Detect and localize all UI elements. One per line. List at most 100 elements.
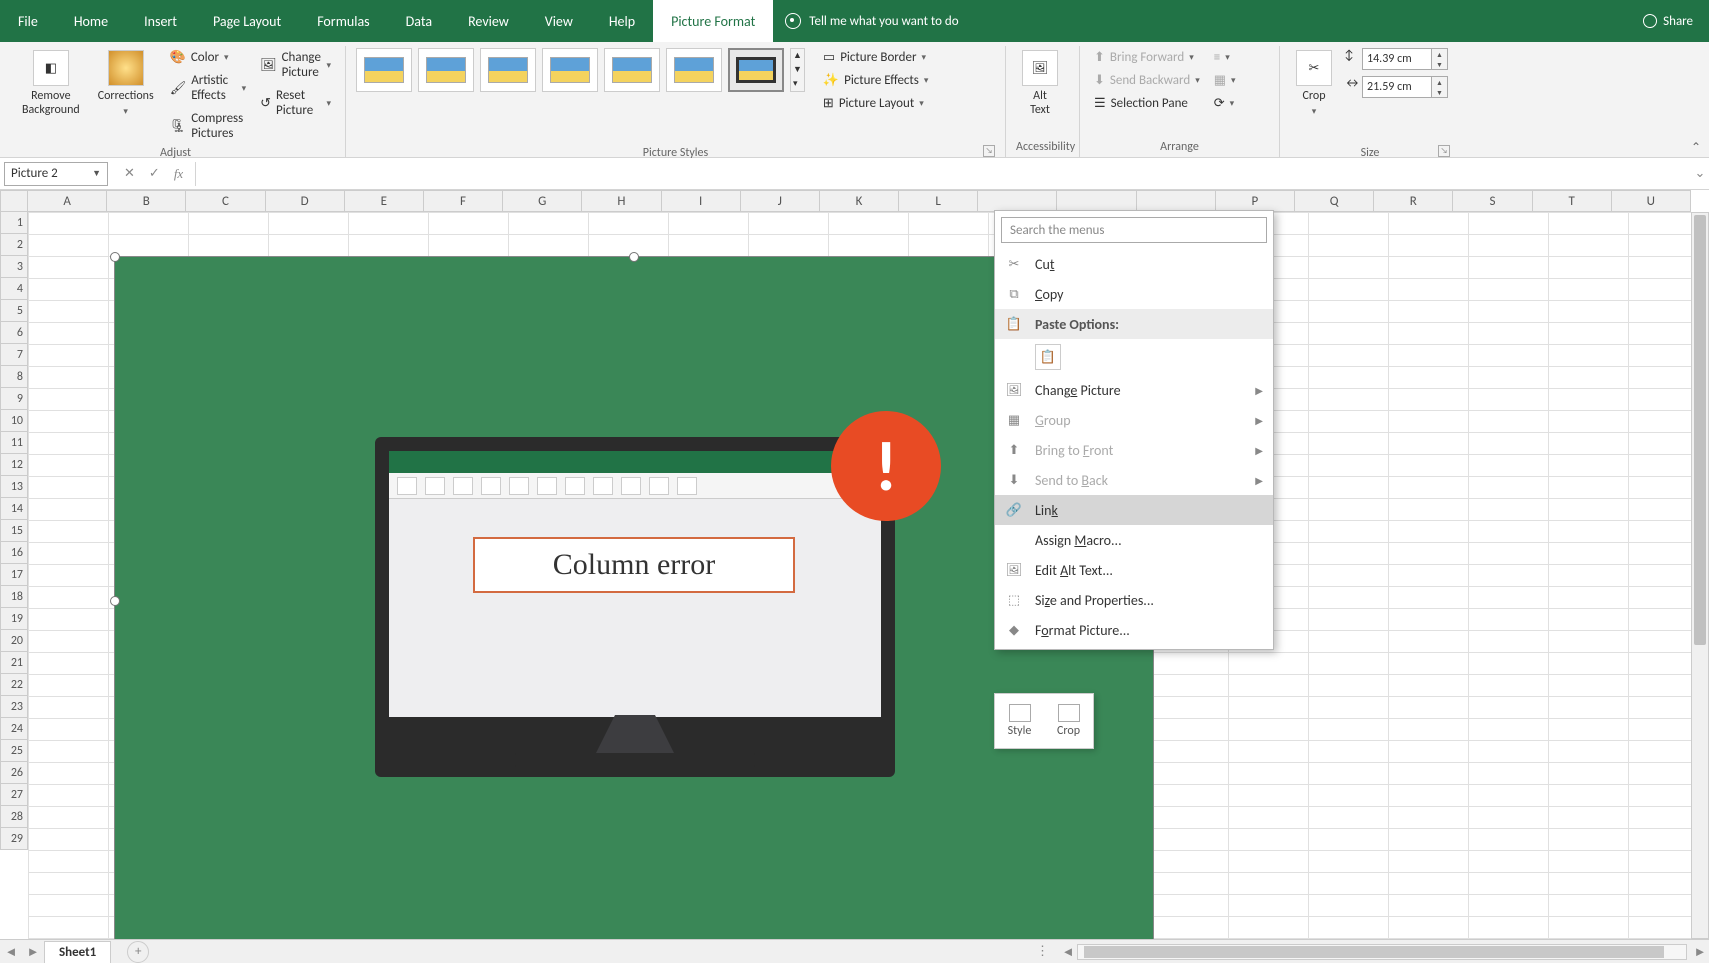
context-menu-item-paste-options[interactable]: 📋Paste Options: [995, 309, 1273, 339]
mini-style-button[interactable]: Style [995, 694, 1044, 748]
insert-function-button[interactable]: fx [174, 166, 183, 182]
new-sheet-button[interactable]: + [127, 941, 149, 963]
hscroll-left[interactable]: ◄ [1059, 944, 1077, 960]
row-header[interactable]: 13 [0, 476, 28, 498]
column-header[interactable]: H [582, 190, 661, 212]
enter-formula-button[interactable]: ✓ [149, 166, 160, 182]
column-header[interactable]: S [1453, 190, 1532, 212]
row-header[interactable]: 22 [0, 674, 28, 696]
row-header[interactable]: 7 [0, 344, 28, 366]
column-header[interactable]: R [1374, 190, 1453, 212]
shape-height-field[interactable]: ↕ 14.39 cm ▲▼ [1344, 48, 1448, 70]
column-header[interactable]: E [345, 190, 424, 212]
tab-page-layout[interactable]: Page Layout [195, 0, 299, 42]
column-header[interactable]: B [107, 190, 186, 212]
tab-split-handle[interactable]: ⋮ [1028, 944, 1059, 959]
row-header[interactable]: 29 [0, 828, 28, 850]
column-header[interactable]: C [186, 190, 265, 212]
sheet-nav-prev[interactable]: ◄ [0, 944, 22, 960]
chevron-down-icon[interactable]: ▼ [92, 168, 101, 179]
sheet-tab[interactable]: Sheet1 [44, 941, 111, 963]
context-menu-item-cut[interactable]: ✂Cut [995, 249, 1273, 279]
column-header[interactable]: I [662, 190, 741, 212]
picture-effects-button[interactable]: ✨Picture Effects▾ [819, 71, 932, 90]
style-thumb-selected[interactable] [728, 48, 784, 92]
selection-pane-button[interactable]: ☰Selection Pane [1090, 94, 1204, 113]
tab-formulas[interactable]: Formulas [299, 0, 387, 42]
style-thumb[interactable] [542, 48, 598, 92]
resize-handle-nw[interactable] [110, 252, 120, 262]
size-launcher[interactable]: ↘ [1438, 145, 1450, 157]
width-stepper[interactable]: ▲▼ [1432, 76, 1448, 98]
row-header[interactable]: 11 [0, 432, 28, 454]
column-header[interactable]: D [266, 190, 345, 212]
formula-bar-input[interactable] [195, 162, 1691, 186]
collapse-ribbon-button[interactable]: ⌃ [1691, 140, 1701, 155]
vertical-scroll-thumb[interactable] [1694, 215, 1706, 645]
style-thumb[interactable] [666, 48, 722, 92]
column-header[interactable]: U [1612, 190, 1691, 212]
tab-view[interactable]: View [527, 0, 591, 42]
style-thumb[interactable] [604, 48, 660, 92]
mini-crop-button[interactable]: Crop [1044, 694, 1093, 748]
row-header[interactable]: 23 [0, 696, 28, 718]
corrections-button[interactable]: Corrections ▾ [92, 48, 160, 119]
row-header[interactable]: 5 [0, 300, 28, 322]
column-header[interactable] [978, 190, 1057, 212]
rotate-button[interactable]: ⟳▾ [1210, 94, 1240, 113]
gallery-scroll-up[interactable]: ▲ [791, 49, 804, 63]
row-header[interactable]: 14 [0, 498, 28, 520]
row-header[interactable]: 15 [0, 520, 28, 542]
row-header[interactable]: 9 [0, 388, 28, 410]
style-thumb[interactable] [356, 48, 412, 92]
gallery-scroll-down[interactable]: ▼ [791, 63, 804, 77]
tab-file[interactable]: File [0, 0, 56, 42]
row-header[interactable]: 21 [0, 652, 28, 674]
hscroll-right[interactable]: ► [1691, 944, 1709, 960]
name-box[interactable]: Picture 2 ▼ [4, 162, 108, 186]
context-menu-item-format-picture[interactable]: ◆Format Picture... [995, 615, 1273, 645]
picture-layout-button[interactable]: ⊞Picture Layout▾ [819, 94, 932, 113]
row-header[interactable]: 10 [0, 410, 28, 432]
tab-data[interactable]: Data [388, 0, 450, 42]
row-header[interactable]: 17 [0, 564, 28, 586]
row-header[interactable]: 27 [0, 784, 28, 806]
color-button[interactable]: 🎨Color▾ [166, 48, 250, 67]
row-header[interactable]: 6 [0, 322, 28, 344]
tab-help[interactable]: Help [591, 0, 653, 42]
shape-width-field[interactable]: ↔ 21.59 cm ▲▼ [1344, 76, 1448, 98]
cancel-formula-button[interactable]: ✕ [124, 166, 135, 182]
picture-styles-launcher[interactable]: ↘ [983, 145, 995, 157]
horizontal-scrollbar[interactable] [1077, 944, 1687, 960]
row-header[interactable]: 4 [0, 278, 28, 300]
context-menu-item-size-and-properties[interactable]: ⬚Size and Properties... [995, 585, 1273, 615]
paste-option-keep-source[interactable]: 📋 [995, 339, 1273, 375]
share-button[interactable]: Share [1643, 14, 1693, 29]
expand-formula-bar-button[interactable]: ⌄ [1691, 166, 1709, 181]
crop-button[interactable]: ✂ Crop ▾ [1290, 48, 1338, 119]
column-header[interactable]: K [820, 190, 899, 212]
compress-pictures-button[interactable]: 🗜Compress Pictures [166, 109, 250, 143]
column-header[interactable]: J [741, 190, 820, 212]
artistic-effects-button[interactable]: 🖌Artistic Effects▾ [166, 71, 250, 105]
row-header[interactable]: 24 [0, 718, 28, 740]
context-menu-item-copy[interactable]: ⧉Copy [995, 279, 1273, 309]
sheet-nav-next[interactable]: ► [22, 944, 44, 960]
gallery-more[interactable]: ▾ [791, 77, 804, 91]
row-header[interactable]: 19 [0, 608, 28, 630]
row-header[interactable]: 12 [0, 454, 28, 476]
style-thumb[interactable] [418, 48, 474, 92]
row-header[interactable]: 2 [0, 234, 28, 256]
column-header[interactable]: Q [1295, 190, 1374, 212]
vertical-scrollbar[interactable] [1691, 212, 1709, 939]
column-header[interactable]: A [28, 190, 107, 212]
tell-me-search[interactable]: Tell me what you want to do [785, 13, 958, 29]
row-header[interactable]: 8 [0, 366, 28, 388]
row-header[interactable]: 1 [0, 212, 28, 234]
row-header[interactable]: 26 [0, 762, 28, 784]
reset-picture-button[interactable]: ↺Reset Picture▾ [256, 86, 335, 120]
context-menu-item-edit-alt-text[interactable]: 🖼Edit Alt Text... [995, 555, 1273, 585]
context-menu-item-link[interactable]: 🔗Link [995, 495, 1273, 525]
column-header[interactable]: T [1533, 190, 1612, 212]
resize-handle-n[interactable] [629, 252, 639, 262]
